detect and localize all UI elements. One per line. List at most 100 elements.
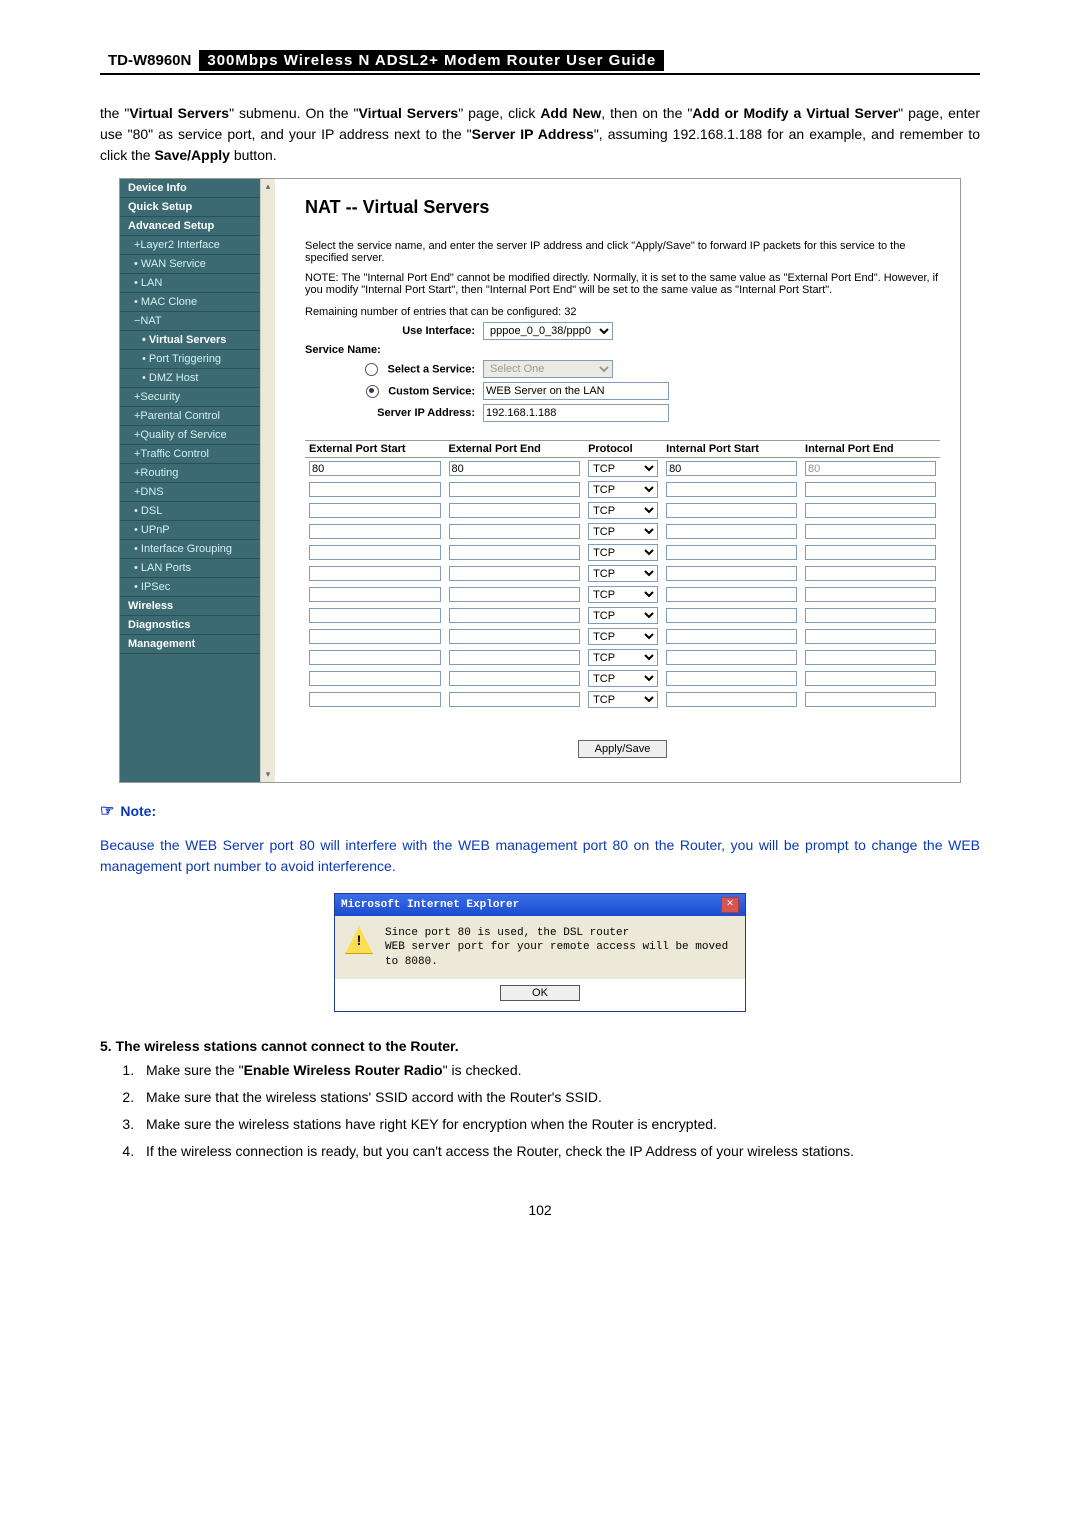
port-cell-input[interactable]	[309, 608, 441, 623]
sidebar-item[interactable]: • Interface Grouping	[120, 540, 260, 559]
port-cell-input[interactable]	[449, 587, 581, 602]
pointing-hand-icon: ☞	[100, 801, 114, 821]
port-cell-input[interactable]	[449, 692, 581, 707]
port-cell-input[interactable]	[666, 566, 797, 581]
sidebar-item[interactable]: Management	[120, 635, 260, 654]
port-cell-input[interactable]	[666, 671, 797, 686]
sidebar-item[interactable]: +Parental Control	[120, 407, 260, 426]
port-cell-input[interactable]	[449, 608, 581, 623]
sidebar-item[interactable]: • Virtual Servers	[120, 331, 260, 350]
select-service-dropdown[interactable]: Select One	[483, 360, 613, 378]
note-body: Because the WEB Server port 80 will inte…	[100, 835, 980, 877]
protocol-select[interactable]: TCP	[588, 628, 658, 645]
sidebar-scrollbar[interactable]: ▴ ▾	[260, 179, 275, 782]
port-cell-input[interactable]	[449, 545, 581, 560]
select-service-label: Select a Service:	[305, 363, 483, 376]
port-cell-input[interactable]	[666, 503, 797, 518]
port-cell-input[interactable]	[449, 461, 581, 476]
port-cell-input[interactable]	[666, 650, 797, 665]
port-cell-input[interactable]	[449, 566, 581, 581]
port-cell-input[interactable]	[449, 482, 581, 497]
sidebar-item[interactable]: +Routing	[120, 464, 260, 483]
sidebar-item[interactable]: +Security	[120, 388, 260, 407]
port-cell-readonly	[805, 461, 936, 476]
custom-service-radio[interactable]	[366, 385, 379, 398]
ie-dialog: Microsoft Internet Explorer ✕ Since port…	[334, 893, 746, 1012]
port-cell-input[interactable]	[666, 482, 797, 497]
port-cell-readonly	[805, 545, 936, 560]
port-cell-input[interactable]	[449, 629, 581, 644]
sidebar-item[interactable]: • LAN	[120, 274, 260, 293]
table-header: Protocol	[584, 441, 662, 458]
doc-title: 300Mbps Wireless N ADSL2+ Modem Router U…	[199, 50, 664, 71]
port-cell-input[interactable]	[309, 524, 441, 539]
protocol-select[interactable]: TCP	[588, 544, 658, 561]
port-cell-input[interactable]	[309, 587, 441, 602]
port-cell-input[interactable]	[449, 671, 581, 686]
sidebar-item[interactable]: Advanced Setup	[120, 217, 260, 236]
port-cell-input[interactable]	[666, 608, 797, 623]
select-service-radio[interactable]	[365, 363, 378, 376]
port-cell-input[interactable]	[309, 629, 441, 644]
apply-save-button[interactable]: Apply/Save	[578, 740, 668, 758]
port-cell-input[interactable]	[309, 650, 441, 665]
ok-button[interactable]: OK	[500, 985, 580, 1001]
port-cell-input[interactable]	[666, 524, 797, 539]
port-cell-input[interactable]	[309, 503, 441, 518]
sidebar-item[interactable]: +Traffic Control	[120, 445, 260, 464]
server-ip-input[interactable]	[483, 404, 669, 422]
list-item: Make sure the "Enable Wireless Router Ra…	[138, 1060, 980, 1081]
protocol-select[interactable]: TCP	[588, 523, 658, 540]
use-interface-select[interactable]: pppoe_0_0_38/ppp0	[483, 322, 613, 340]
port-cell-input[interactable]	[666, 587, 797, 602]
sidebar-item[interactable]: Wireless	[120, 597, 260, 616]
port-cell-input[interactable]	[309, 545, 441, 560]
sidebar-item[interactable]: +DNS	[120, 483, 260, 502]
port-cell-input[interactable]	[309, 566, 441, 581]
sidebar-item[interactable]: • DSL	[120, 502, 260, 521]
sidebar-item[interactable]: • DMZ Host	[120, 369, 260, 388]
port-cell-input[interactable]	[666, 629, 797, 644]
close-icon[interactable]: ✕	[721, 897, 739, 913]
port-cell-input[interactable]	[309, 461, 441, 476]
protocol-select[interactable]: TCP	[588, 586, 658, 603]
sidebar-item[interactable]: • WAN Service	[120, 255, 260, 274]
table-header: Internal Port End	[801, 441, 940, 458]
sidebar-item[interactable]: Quick Setup	[120, 198, 260, 217]
sidebar-item[interactable]: • Port Triggering	[120, 350, 260, 369]
protocol-select[interactable]: TCP	[588, 607, 658, 624]
sidebar-item[interactable]: Device Info	[120, 179, 260, 198]
port-cell-input[interactable]	[449, 503, 581, 518]
port-cell-input[interactable]	[309, 671, 441, 686]
sidebar-item[interactable]: • UPnP	[120, 521, 260, 540]
table-row: TCP	[305, 647, 940, 668]
port-cell-input[interactable]	[309, 692, 441, 707]
port-cell-input[interactable]	[449, 524, 581, 539]
table-row: TCP	[305, 542, 940, 563]
custom-service-label: Custom Service:	[305, 385, 483, 398]
sidebar-item[interactable]: • MAC Clone	[120, 293, 260, 312]
custom-service-input[interactable]	[483, 382, 669, 400]
sidebar-item[interactable]: • LAN Ports	[120, 559, 260, 578]
port-cell-input[interactable]	[309, 482, 441, 497]
protocol-select[interactable]: TCP	[588, 460, 658, 477]
port-cell-readonly	[805, 482, 936, 497]
sidebar-item[interactable]: Diagnostics	[120, 616, 260, 635]
port-cell-input[interactable]	[666, 692, 797, 707]
port-cell-input[interactable]	[666, 545, 797, 560]
sidebar-item[interactable]: • IPSec	[120, 578, 260, 597]
scroll-down-icon[interactable]: ▾	[266, 767, 271, 782]
port-cell-input[interactable]	[449, 650, 581, 665]
port-cell-readonly	[805, 524, 936, 539]
scroll-up-icon[interactable]: ▴	[266, 179, 271, 194]
sidebar-item[interactable]: −NAT	[120, 312, 260, 331]
protocol-select[interactable]: TCP	[588, 649, 658, 666]
port-cell-input[interactable]	[666, 461, 797, 476]
protocol-select[interactable]: TCP	[588, 691, 658, 708]
sidebar-item[interactable]: +Layer2 Interface	[120, 236, 260, 255]
sidebar-item[interactable]: +Quality of Service	[120, 426, 260, 445]
protocol-select[interactable]: TCP	[588, 565, 658, 582]
protocol-select[interactable]: TCP	[588, 502, 658, 519]
protocol-select[interactable]: TCP	[588, 481, 658, 498]
protocol-select[interactable]: TCP	[588, 670, 658, 687]
